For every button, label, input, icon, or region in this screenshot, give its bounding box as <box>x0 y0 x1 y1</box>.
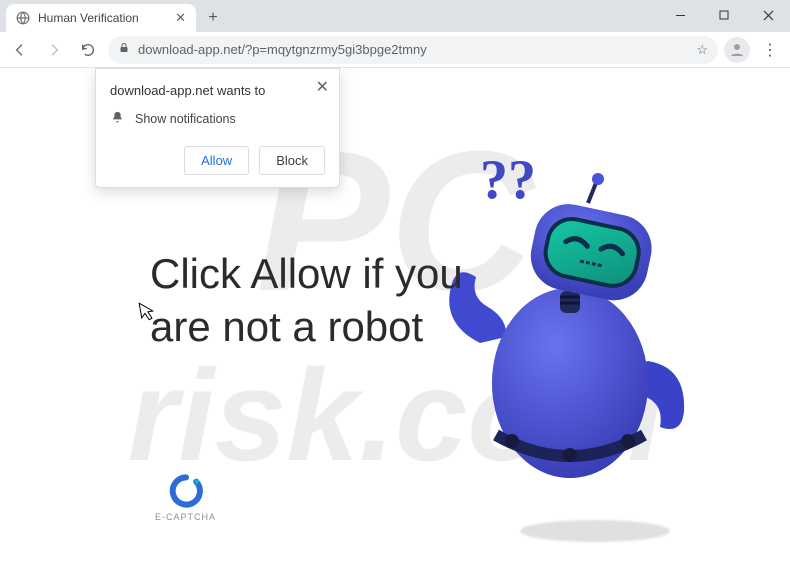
window-close-button[interactable] <box>746 0 790 30</box>
bell-icon <box>110 110 125 128</box>
reload-button[interactable] <box>74 36 102 64</box>
address-url: download-app.net/?p=mqytgnzrmy5gi3bpge2t… <box>138 42 427 57</box>
prompt-request-text: Show notifications <box>135 112 236 126</box>
block-button[interactable]: Block <box>259 146 325 175</box>
allow-button[interactable]: Allow <box>184 146 249 175</box>
question-marks-icon: ?? <box>480 149 536 211</box>
page-content: PC risk.com ?? <box>0 68 790 562</box>
window-maximize-button[interactable] <box>702 0 746 30</box>
browser-menu-button[interactable]: ⋮ <box>756 40 784 60</box>
browser-tab[interactable]: Human Verification ✕ <box>6 4 196 32</box>
window-controls <box>658 0 790 30</box>
window-minimize-button[interactable] <box>658 0 702 30</box>
robot-shadow <box>520 520 670 542</box>
tab-close-icon[interactable]: ✕ <box>175 10 186 26</box>
browser-titlebar: Human Verification ✕ + <box>0 0 790 32</box>
prompt-close-icon[interactable]: ✕ <box>316 77 329 97</box>
address-bar[interactable]: download-app.net/?p=mqytgnzrmy5gi3bpge2t… <box>108 36 718 64</box>
prompt-origin-text: download-app.net wants to <box>110 83 325 98</box>
bookmark-star-icon[interactable]: ☆ <box>696 42 708 58</box>
browser-toolbar: download-app.net/?p=mqytgnzrmy5gi3bpge2t… <box>0 32 790 68</box>
ecaptcha-label: E-CAPTCHA <box>155 512 216 522</box>
page-headline: Click Allow if you are not a robot <box>150 248 490 353</box>
forward-button[interactable] <box>40 36 68 64</box>
profile-avatar[interactable] <box>724 37 750 63</box>
ecaptcha-badge: E-CAPTCHA <box>155 474 216 522</box>
tab-title: Human Verification <box>38 11 139 25</box>
ecaptcha-logo-icon <box>169 474 203 508</box>
notification-permission-prompt: ✕ download-app.net wants to Show notific… <box>95 68 340 188</box>
tab-favicon <box>16 11 30 25</box>
back-button[interactable] <box>6 36 34 64</box>
new-tab-button[interactable]: + <box>202 7 224 29</box>
lock-icon <box>118 42 130 57</box>
